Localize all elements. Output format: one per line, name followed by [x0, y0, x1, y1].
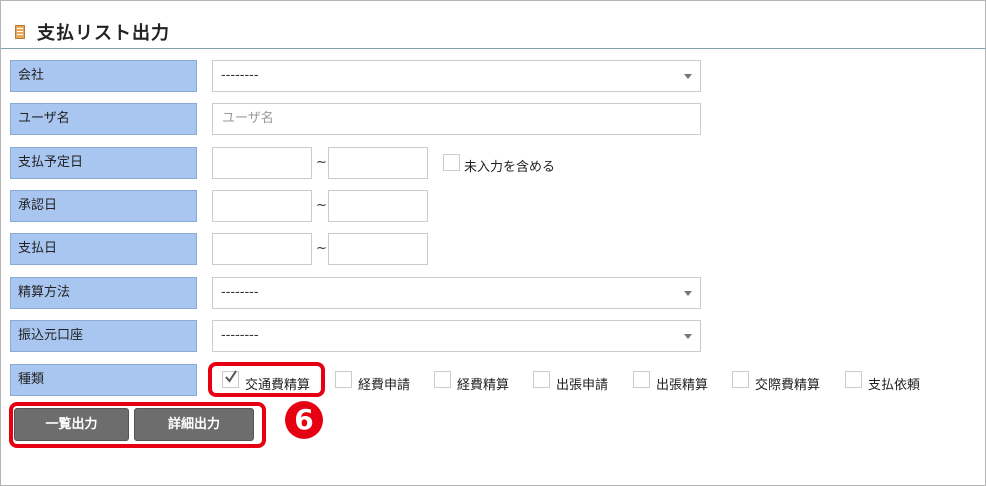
company-select[interactable]: -------- [212, 60, 701, 92]
settlement-method-select[interactable]: -------- [212, 277, 701, 309]
chevron-down-icon [684, 334, 692, 339]
date-range-separator: ~ [316, 155, 327, 170]
step-number-badge: 6 [285, 401, 323, 439]
payment-due-date-from-input[interactable] [212, 147, 312, 179]
type-checkbox-expense-request[interactable] [335, 371, 352, 388]
approval-date-label: 承認日 [10, 190, 197, 222]
payment-due-date-to-input[interactable] [328, 147, 428, 179]
company-label: 会社 [10, 60, 197, 92]
user-name-label: ユーザ名 [10, 103, 197, 135]
type-checkbox-entertainment[interactable] [732, 371, 749, 388]
type-option-label: 出張精算 [656, 378, 709, 393]
payment-date-label: 支払日 [10, 233, 197, 265]
calculator-icon [15, 25, 25, 39]
type-option-label: 支払依頼 [868, 378, 921, 393]
date-range-separator: ~ [316, 241, 327, 256]
page-title: 支払リスト出力 [37, 23, 170, 44]
buttons-highlight [9, 402, 266, 448]
settlement-method-value: -------- [221, 285, 259, 300]
user-name-placeholder: ユーザ名 [222, 111, 274, 126]
transfer-account-select[interactable]: -------- [212, 320, 701, 352]
transfer-account-label: 振込元口座 [10, 320, 197, 352]
type-option-label: 交際費精算 [755, 378, 821, 393]
transfer-account-value: -------- [221, 328, 259, 343]
transport-option-highlight [208, 362, 325, 397]
type-checkbox-payment-request[interactable] [845, 371, 862, 388]
type-checkbox-trip-request[interactable] [533, 371, 550, 388]
include-unentered-checkbox[interactable] [443, 154, 460, 171]
chevron-down-icon [684, 74, 692, 79]
approval-date-from-input[interactable] [212, 190, 312, 222]
type-option-label: 経費精算 [457, 378, 510, 393]
title-bar: 支払リスト出力 [1, 1, 985, 49]
payment-date-to-input[interactable] [328, 233, 428, 265]
company-select-value: -------- [221, 68, 259, 83]
type-option-label: 出張申請 [556, 378, 609, 393]
payment-due-date-label: 支払予定日 [10, 147, 197, 179]
type-label: 種類 [10, 364, 197, 396]
include-unentered-label: 未入力を含める [464, 160, 556, 175]
type-checkbox-trip-settlement[interactable] [633, 371, 650, 388]
user-name-input[interactable]: ユーザ名 [212, 103, 701, 135]
chevron-down-icon [684, 291, 692, 296]
approval-date-to-input[interactable] [328, 190, 428, 222]
settlement-method-label: 精算方法 [10, 277, 197, 309]
date-range-separator: ~ [316, 198, 327, 213]
payment-date-from-input[interactable] [212, 233, 312, 265]
type-checkbox-expense-settlement[interactable] [434, 371, 451, 388]
type-option-label: 経費申請 [358, 378, 411, 393]
